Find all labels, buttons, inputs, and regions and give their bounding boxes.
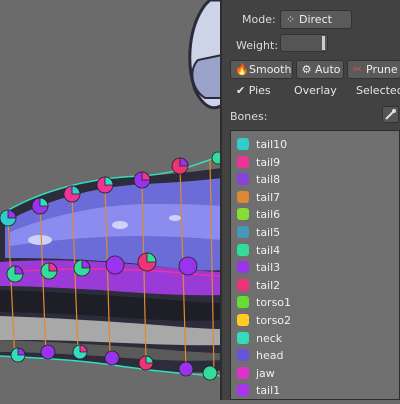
weight-slider[interactable] — [280, 34, 328, 52]
smooth-label: Smooth — [249, 63, 292, 76]
pies-toggle[interactable]: ✔ Pies — [236, 84, 271, 97]
bone-name: tail4 — [256, 243, 281, 257]
bone-item-tail10[interactable]: tail10 — [237, 137, 397, 153]
bone-name: neck — [256, 331, 283, 345]
bone-color-swatch — [237, 226, 249, 238]
bone-name: tail9 — [256, 155, 281, 169]
bone-name: tail7 — [256, 190, 281, 204]
bone-item-tail9[interactable]: tail9 — [237, 155, 397, 171]
bone-item-tail4[interactable]: tail4 — [237, 243, 397, 259]
direct-mode-icon: ⁘ — [285, 13, 296, 26]
bone-color-swatch — [237, 155, 249, 168]
bone-color-swatch — [237, 173, 249, 186]
bone-item-neck[interactable]: neck — [237, 331, 397, 347]
bone-item-tail8[interactable]: tail8 — [237, 172, 397, 188]
bone-item-torso1[interactable]: torso1 — [237, 295, 397, 311]
bone-color-swatch — [237, 243, 249, 256]
bone-item-tail2[interactable]: tail2 — [237, 278, 397, 294]
bone-item-tail6[interactable]: tail6 — [237, 207, 397, 223]
bone-name: tail10 — [256, 138, 288, 151]
bones-options-button[interactable] — [382, 106, 399, 123]
prune-label: Prune — [366, 63, 398, 76]
bone-color-swatch — [237, 331, 249, 344]
check-icon: ✔ — [236, 84, 246, 97]
bone-item-head[interactable]: head — [237, 348, 397, 364]
bone-item-tail1[interactable]: tail1 — [237, 383, 397, 399]
bone-name: tail5 — [256, 226, 281, 239]
bone-color-swatch — [237, 190, 249, 203]
bone-name: tail6 — [256, 208, 281, 222]
bone-color-swatch — [237, 314, 249, 326]
weight-label: Weight: — [236, 39, 279, 52]
smooth-icon: 🔥 — [235, 63, 249, 76]
bone-color-swatch — [237, 384, 249, 397]
bone-name: tail1 — [256, 384, 281, 398]
bone-name: tail8 — [256, 173, 281, 187]
bone-name: tail2 — [256, 278, 281, 292]
bone-color-swatch — [237, 261, 249, 274]
bones-label: Bones: — [230, 110, 268, 123]
prune-button[interactable]: ✂ Prune — [347, 60, 400, 79]
pies-label: Pies — [248, 84, 271, 97]
mode-dropdown[interactable]: ⁘ Direct — [280, 10, 352, 29]
bones-list[interactable]: tail10 tail9 tail8 tail7 tail6 tail5 tail4 tail… — [230, 130, 400, 400]
selected-toggle[interactable]: Selected — [356, 84, 400, 97]
bone-item-jaw[interactable]: jaw — [237, 366, 397, 382]
bone-tool-icon — [385, 109, 396, 120]
auto-button[interactable]: ⚙ Auto — [296, 60, 344, 79]
mode-value: Direct — [299, 13, 332, 26]
weights-panel: Mode: ⁘ Direct Weight: 🔥Smooth ⚙ Auto ✂ Pru… — [220, 0, 400, 400]
auto-icon: ⚙ — [301, 63, 312, 76]
mode-label: Mode: — [242, 13, 276, 26]
bone-item-torso2[interactable]: torso2 — [237, 313, 397, 329]
bone-name: torso2 — [256, 314, 292, 327]
bone-item-tail7[interactable]: tail7 — [237, 190, 397, 206]
prune-icon: ✂ — [352, 63, 363, 76]
bone-color-swatch — [237, 296, 249, 309]
bone-name: head — [256, 349, 284, 363]
bone-item-tail5[interactable]: tail5 — [237, 225, 397, 241]
weight-slider-handle[interactable] — [322, 36, 325, 50]
bone-color-swatch — [237, 349, 249, 362]
bone-name: tail3 — [256, 261, 281, 275]
overlay-toggle[interactable]: Overlay — [294, 84, 337, 97]
bone-name: jaw — [256, 366, 275, 380]
bone-name: torso1 — [256, 296, 292, 310]
auto-label: Auto — [315, 63, 341, 76]
bone-color-swatch — [237, 278, 249, 291]
bone-color-swatch — [237, 366, 249, 379]
smooth-button[interactable]: 🔥Smooth — [230, 60, 293, 79]
bone-color-swatch — [237, 208, 249, 221]
bone-item-tail3[interactable]: tail3 — [237, 260, 397, 276]
bone-color-swatch — [237, 138, 249, 150]
